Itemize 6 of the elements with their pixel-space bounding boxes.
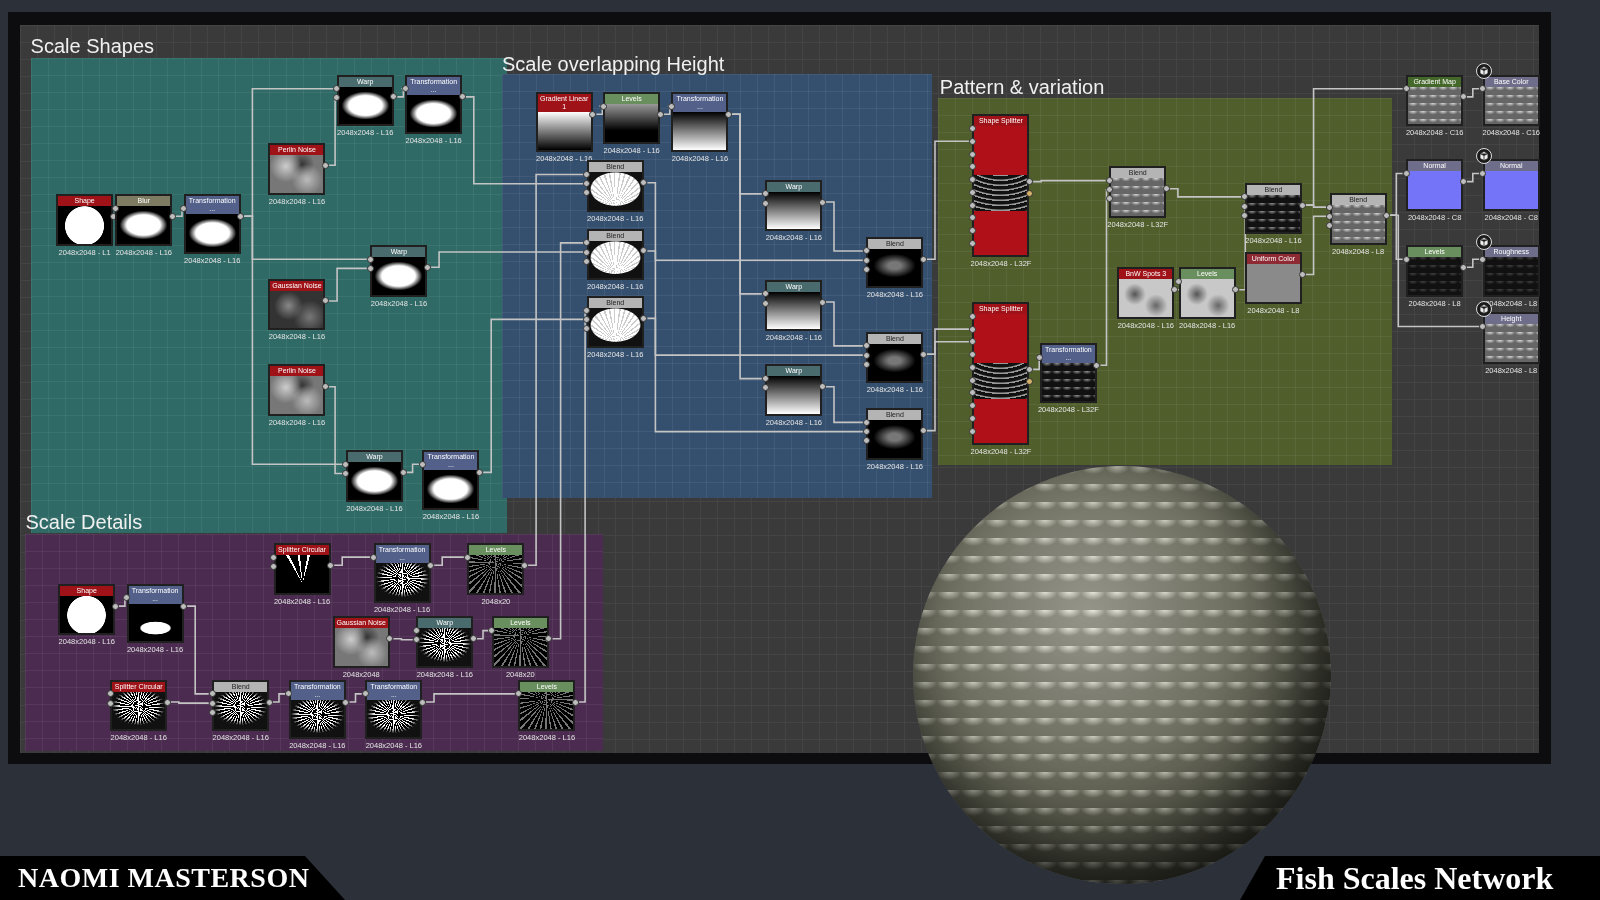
group-title: Pattern & variation [939, 75, 1105, 99]
group-title: Scale overlapping Height [502, 53, 725, 77]
author-banner: NAOMI MASTERSON [0, 856, 345, 900]
group-title: Scale Shapes [30, 34, 154, 58]
title-banner: Fish Scales Network [1240, 856, 1600, 900]
group-title: Scale Details [25, 511, 143, 535]
